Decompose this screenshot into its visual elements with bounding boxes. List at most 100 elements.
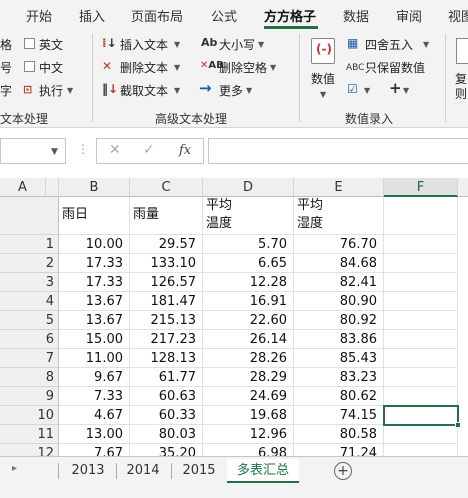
table-cell[interactable]: [384, 311, 458, 330]
row-header[interactable]: 8: [0, 368, 59, 387]
table-cell[interactable]: 28.29: [203, 368, 294, 387]
plus-icon[interactable]: +: [389, 81, 402, 96]
column-header-g[interactable]: [458, 178, 468, 197]
table-cell[interactable]: 74.15: [294, 406, 384, 425]
table-cell[interactable]: 61.77: [130, 368, 203, 387]
table-cell[interactable]: 28.26: [203, 349, 294, 368]
table-cell[interactable]: 7.33: [59, 387, 130, 406]
column-header-a[interactable]: A: [0, 178, 46, 197]
table-cell[interactable]: 181.47: [130, 292, 203, 311]
keep-numeric-button[interactable]: 只保留数值: [365, 59, 425, 76]
table-cell[interactable]: [384, 235, 458, 254]
table-cell[interactable]: 6.65: [203, 254, 294, 273]
numeric-icon[interactable]: (-): [311, 38, 335, 64]
table-cell[interactable]: 24.69: [203, 387, 294, 406]
spreadsheet-grid[interactable]: A B C D E F 雨日 雨量 平均 温度 平均 湿度 1 10.00 29.5…: [0, 178, 468, 456]
header-cell-rain-days[interactable]: 雨日: [59, 197, 130, 235]
chevron-down-icon[interactable]: ▼: [270, 63, 276, 72]
table-cell[interactable]: 128.13: [130, 349, 203, 368]
table-cell[interactable]: 19.68: [203, 406, 294, 425]
table-cell[interactable]: 133.10: [130, 254, 203, 273]
english-checkbox[interactable]: [24, 38, 35, 49]
table-cell[interactable]: 7.67: [59, 444, 130, 456]
header-cell-rainfall[interactable]: 雨量: [130, 197, 203, 235]
chevron-down-icon[interactable]: ▼: [67, 86, 73, 95]
row-header[interactable]: 10: [0, 406, 59, 425]
row-header[interactable]: 12: [0, 444, 59, 456]
chevron-down-icon[interactable]: ▼: [246, 86, 252, 95]
edit-table-icon[interactable]: ☑: [347, 82, 358, 96]
chevron-down-icon[interactable]: ▼: [320, 90, 326, 99]
chevron-down-icon[interactable]: ▼: [174, 63, 180, 72]
column-header-e[interactable]: E: [294, 178, 384, 197]
table-cell[interactable]: 80.58: [294, 425, 384, 444]
row-header[interactable]: 4: [0, 292, 59, 311]
chinese-checkbox[interactable]: [24, 61, 35, 72]
table-cell[interactable]: 17.33: [59, 254, 130, 273]
table-cell[interactable]: 12.96: [203, 425, 294, 444]
add-sheet-icon[interactable]: +: [334, 462, 352, 480]
scroll-sheets-icon[interactable]: ▸: [12, 463, 17, 474]
table-cell[interactable]: 17.33: [59, 273, 130, 292]
cancel-icon[interactable]: ✕: [109, 142, 121, 158]
tab-insert[interactable]: 插入: [79, 6, 105, 25]
column-header-b[interactable]: B: [59, 178, 130, 197]
row-header[interactable]: [0, 197, 59, 235]
chevron-down-icon[interactable]: ▼: [258, 40, 264, 49]
tab-review[interactable]: 审阅: [396, 6, 422, 25]
table-cell[interactable]: 11.00: [59, 349, 130, 368]
case-button[interactable]: 大小写: [219, 36, 255, 53]
table-cell[interactable]: 80.62: [294, 387, 384, 406]
chevron-down-icon[interactable]: ▼: [51, 147, 58, 157]
table-cell[interactable]: 85.43: [294, 349, 384, 368]
row-header[interactable]: 6: [0, 330, 59, 349]
row-header[interactable]: 7: [0, 349, 59, 368]
round-button[interactable]: 四舍五入: [365, 36, 413, 53]
drag-handle-icon[interactable]: ⋮: [77, 142, 89, 156]
chevron-down-icon[interactable]: ▼: [364, 86, 370, 95]
table-cell[interactable]: [384, 425, 458, 444]
table-cell[interactable]: 217.23: [130, 330, 203, 349]
table-cell[interactable]: 26.14: [203, 330, 294, 349]
chevron-down-icon[interactable]: ▼: [174, 40, 180, 49]
sheet-tab-2015[interactable]: 2015: [173, 459, 225, 483]
execute-button[interactable]: 执行: [39, 82, 63, 99]
chevron-down-icon[interactable]: ▼: [174, 86, 180, 95]
table-cell[interactable]: 80.90: [294, 292, 384, 311]
sheet-tab-2014[interactable]: 2014: [118, 459, 168, 483]
tab-fangfang[interactable]: 方方格子: [264, 6, 316, 25]
partial-button-icon[interactable]: [456, 38, 468, 64]
tab-home[interactable]: 开始: [26, 6, 52, 25]
delete-text-button[interactable]: 删除文本: [120, 59, 168, 76]
table-cell[interactable]: 13.67: [59, 311, 130, 330]
table-cell[interactable]: [384, 387, 458, 406]
partial-button-bottom[interactable]: 则: [455, 85, 467, 102]
table-cell[interactable]: 76.70: [294, 235, 384, 254]
row-header[interactable]: 3: [0, 273, 59, 292]
table-cell[interactable]: 9.67: [59, 368, 130, 387]
row-header[interactable]: 2: [0, 254, 59, 273]
table-cell[interactable]: 10.00: [59, 235, 130, 254]
table-cell[interactable]: 82.41: [294, 273, 384, 292]
insert-text-button[interactable]: 插入文本: [120, 36, 168, 53]
ribbon-partial-row3[interactable]: 字: [0, 82, 12, 99]
chevron-down-icon[interactable]: ▼: [403, 86, 409, 95]
table-cell[interactable]: 84.68: [294, 254, 384, 273]
table-cell[interactable]: 6.98: [203, 444, 294, 456]
table-cell[interactable]: 60.33: [130, 406, 203, 425]
table-cell[interactable]: 22.60: [203, 311, 294, 330]
sheet-tab-2013[interactable]: 2013: [62, 459, 114, 483]
row-header[interactable]: 11: [0, 425, 59, 444]
column-header-f[interactable]: F: [384, 178, 458, 197]
cell[interactable]: [384, 197, 458, 235]
table-cell[interactable]: 35.20: [130, 444, 203, 456]
more-button[interactable]: 更多: [219, 82, 243, 99]
tab-formulas[interactable]: 公式: [211, 6, 237, 25]
extract-text-button[interactable]: 截取文本: [120, 82, 168, 99]
sheet-tab-summary[interactable]: 多表汇总: [227, 459, 299, 483]
table-cell[interactable]: [384, 330, 458, 349]
delete-space-button[interactable]: 删除空格: [219, 59, 267, 76]
tab-data[interactable]: 数据: [343, 6, 369, 25]
table-cell[interactable]: 16.91: [203, 292, 294, 311]
table-cell[interactable]: 71.24: [294, 444, 384, 456]
